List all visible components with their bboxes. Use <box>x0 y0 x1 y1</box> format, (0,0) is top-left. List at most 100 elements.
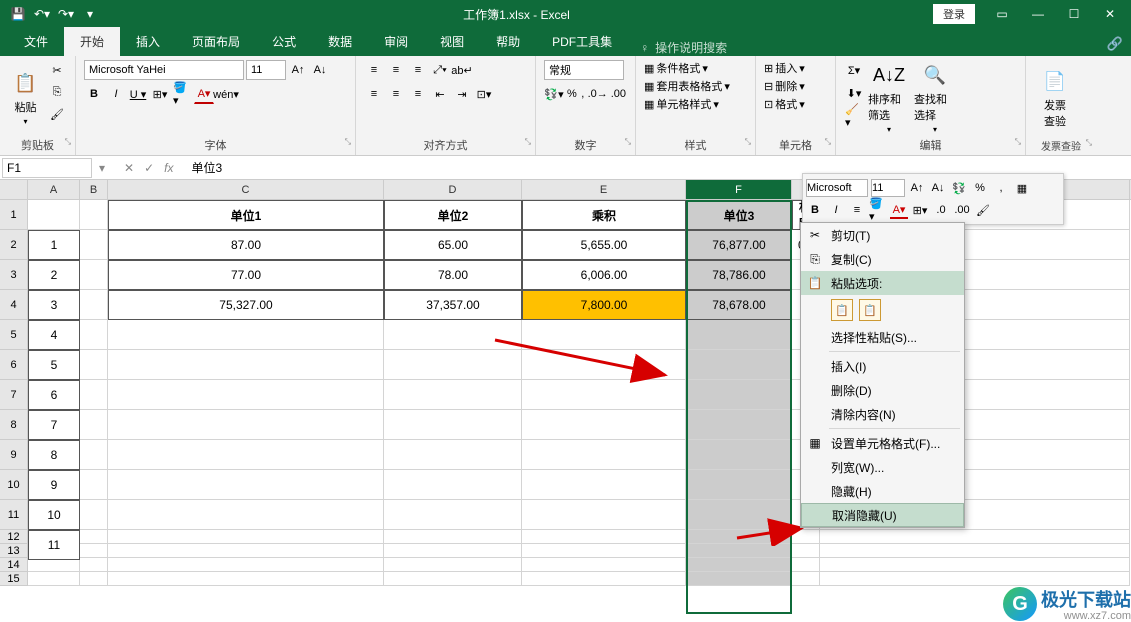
merge-center-icon[interactable]: ⊡▾ <box>474 84 494 104</box>
cell[interactable]: 6,006.00 <box>522 260 686 290</box>
cell[interactable] <box>80 320 108 350</box>
cell[interactable] <box>384 410 522 440</box>
cell[interactable] <box>522 572 686 586</box>
cell[interactable] <box>686 558 792 572</box>
format-painter-icon[interactable]: 🖌 <box>47 104 67 124</box>
row-header-10[interactable]: 10 <box>0 470 28 500</box>
cell[interactable] <box>686 572 792 586</box>
tab-insert[interactable]: 插入 <box>120 27 176 56</box>
mini-align-icon[interactable]: ≡ <box>848 201 866 219</box>
cell[interactable]: 77.00 <box>108 260 384 290</box>
currency-icon[interactable]: 💱▾ <box>544 84 564 104</box>
share-button[interactable]: 🔗 <box>1107 36 1123 52</box>
row-header-13[interactable]: 13 <box>0 544 28 558</box>
row-header-4[interactable]: 4 <box>0 290 28 320</box>
mini-comma-icon[interactable]: , <box>992 179 1010 197</box>
cell[interactable] <box>80 200 108 230</box>
cell[interactable]: 78,786.00 <box>686 260 792 290</box>
ribbon-display-icon[interactable]: ▭ <box>985 2 1019 26</box>
cell[interactable] <box>686 544 792 558</box>
cell[interactable] <box>384 320 522 350</box>
ctx-unhide[interactable]: 取消隐藏(U) <box>801 503 964 527</box>
ctx-clear[interactable]: 清除内容(N) <box>801 402 964 426</box>
align-top-icon[interactable]: ≡ <box>364 60 384 80</box>
cell[interactable] <box>80 558 108 572</box>
row-header-5[interactable]: 5 <box>0 320 28 350</box>
cell[interactable] <box>686 410 792 440</box>
tab-formulas[interactable]: 公式 <box>256 27 312 56</box>
cell[interactable] <box>108 440 384 470</box>
row-header-14[interactable]: 14 <box>0 558 28 572</box>
row-header-12[interactable]: 12 <box>0 530 28 544</box>
mini-format-painter-icon[interactable]: 🖌 <box>974 201 992 219</box>
maximize-icon[interactable]: ☐ <box>1057 2 1091 26</box>
cell[interactable] <box>384 530 522 544</box>
fill-color-button[interactable]: 🪣▾ <box>172 84 192 104</box>
cell[interactable] <box>522 380 686 410</box>
cell[interactable] <box>384 350 522 380</box>
cell[interactable] <box>108 572 384 586</box>
tell-me-search[interactable]: ♀ 操作说明搜索 <box>640 39 727 56</box>
cell[interactable]: 单位3 <box>686 200 792 230</box>
ctx-delete[interactable]: 删除(D) <box>801 378 964 402</box>
paste-option-2[interactable]: 📋 <box>859 299 881 321</box>
find-select-button[interactable]: 🔍 查找和选择▾ <box>914 60 956 135</box>
align-bottom-icon[interactable]: ≡ <box>408 60 428 80</box>
ctx-column-width[interactable]: 列宽(W)... <box>801 455 964 479</box>
ctx-paste-special[interactable]: 选择性粘贴(S)... <box>801 325 964 349</box>
cell[interactable] <box>384 470 522 500</box>
paste-button[interactable]: 📋 粘贴 ▾ <box>8 60 43 135</box>
number-format-select[interactable] <box>544 60 624 80</box>
row-header-1[interactable]: 1 <box>0 200 28 230</box>
enter-formula-icon[interactable]: ✓ <box>144 161 154 175</box>
cell[interactable] <box>108 380 384 410</box>
col-header-E[interactable]: E <box>522 180 686 199</box>
align-left-icon[interactable]: ≡ <box>364 84 384 104</box>
cell[interactable] <box>80 500 108 530</box>
cell[interactable] <box>80 470 108 500</box>
conditional-format-button[interactable]: ▦条件格式 ▾ <box>644 60 747 76</box>
col-header-C[interactable]: C <box>108 180 384 199</box>
invoice-check-button[interactable]: 📄 发票 查验 <box>1034 60 1076 136</box>
inc-decimal-icon[interactable]: .0→ <box>588 84 608 104</box>
tab-file[interactable]: 文件 <box>8 27 64 56</box>
cell-style-button[interactable]: ▦单元格样式 ▾ <box>644 96 747 112</box>
cell[interactable] <box>820 558 1130 572</box>
cell[interactable] <box>108 530 384 544</box>
cell[interactable] <box>522 440 686 470</box>
cell[interactable]: 11 <box>28 530 80 560</box>
cell[interactable]: 1 <box>28 230 80 260</box>
clear-icon[interactable]: 🧹▾ <box>844 106 864 126</box>
decrease-font-icon[interactable]: A↓ <box>310 60 330 80</box>
cell[interactable]: 7 <box>28 410 80 440</box>
align-center-icon[interactable]: ≡ <box>386 84 406 104</box>
mini-currency-icon[interactable]: 💱 <box>950 179 968 197</box>
cell[interactable] <box>108 410 384 440</box>
cell[interactable] <box>80 380 108 410</box>
bold-button[interactable]: B <box>84 84 104 104</box>
increase-font-icon[interactable]: A↑ <box>288 60 308 80</box>
cell[interactable] <box>522 500 686 530</box>
cell[interactable] <box>522 350 686 380</box>
cell[interactable] <box>384 544 522 558</box>
delete-cells-button[interactable]: ⊟删除 ▾ <box>764 78 827 94</box>
qat-more-icon[interactable]: ▾ <box>80 4 100 24</box>
name-box[interactable]: F1 <box>2 158 92 178</box>
cell[interactable]: 3 <box>28 290 80 320</box>
mini-inc-font-icon[interactable]: A↑ <box>908 179 926 197</box>
cell[interactable]: 78,678.00 <box>686 290 792 320</box>
cell[interactable]: 2 <box>28 260 80 290</box>
ctx-hide[interactable]: 隐藏(H) <box>801 479 964 503</box>
cell[interactable] <box>80 440 108 470</box>
col-header-F[interactable]: F <box>686 180 792 199</box>
cell[interactable] <box>80 350 108 380</box>
cell[interactable]: 8 <box>28 440 80 470</box>
percent-icon[interactable]: % <box>566 84 578 104</box>
insert-cells-button[interactable]: ⊞插入 ▾ <box>764 60 827 76</box>
close-icon[interactable]: ✕ <box>1093 2 1127 26</box>
autosum-icon[interactable]: Σ▾ <box>844 60 864 80</box>
format-cells-button[interactable]: ⊡格式 ▾ <box>764 96 827 112</box>
select-all-corner[interactable] <box>0 180 28 200</box>
cell[interactable] <box>384 440 522 470</box>
cut-icon[interactable]: ✂ <box>47 60 67 80</box>
